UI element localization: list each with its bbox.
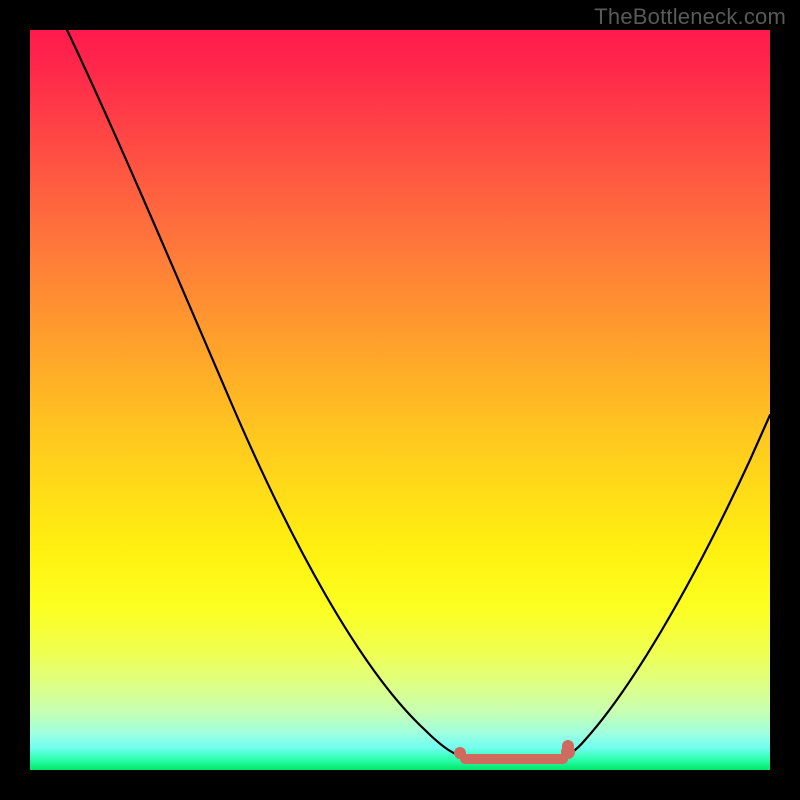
plot-area xyxy=(30,30,770,770)
bottom-border xyxy=(0,770,800,800)
bottleneck-curve xyxy=(67,30,770,763)
right-border xyxy=(770,0,800,800)
optimal-range-marker xyxy=(454,740,575,764)
chart-container: TheBottleneck.com xyxy=(0,0,800,800)
curve-layer xyxy=(30,30,770,770)
watermark-text: TheBottleneck.com xyxy=(594,4,786,30)
left-border xyxy=(0,0,30,800)
